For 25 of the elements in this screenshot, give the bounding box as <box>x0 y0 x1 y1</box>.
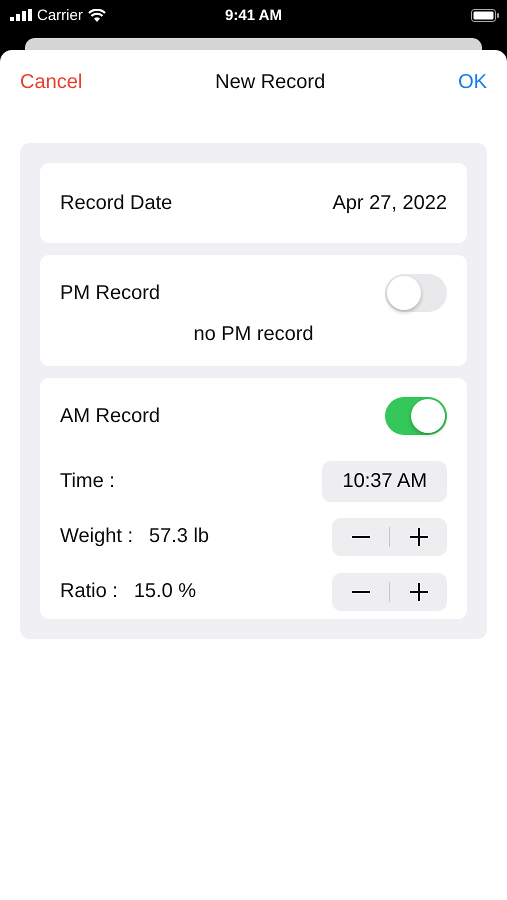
am-toggle[interactable] <box>385 397 447 435</box>
ok-button[interactable]: OK <box>458 70 487 94</box>
pm-toggle[interactable] <box>385 274 447 312</box>
minus-icon <box>352 536 370 538</box>
battery-icon <box>471 8 499 22</box>
sheet-title: New Record <box>215 70 326 94</box>
plus-icon <box>410 528 428 546</box>
field-value: 15.0 % <box>134 580 196 603</box>
carrier-label: Carrier <box>37 6 83 24</box>
status-time: 9:41 AM <box>224 6 283 24</box>
field-label: Ratio : <box>60 580 118 603</box>
plus-icon <box>410 582 428 600</box>
pm-record-label: PM Record <box>60 282 160 304</box>
pm-note: no PM record <box>192 323 315 347</box>
time-label: Time : <box>60 470 115 493</box>
field-label: Weight : <box>60 525 133 548</box>
record-date-value[interactable]: Apr 27, 2022 <box>332 192 447 214</box>
record-date-label: Record Date <box>60 192 172 214</box>
minus-icon <box>352 590 370 592</box>
time-button[interactable]: 10:37 AM <box>322 461 447 502</box>
cancel-button[interactable]: Cancel <box>20 70 82 94</box>
am-record-label: AM Record <box>60 404 160 428</box>
signal-icon <box>10 9 32 21</box>
wifi-icon <box>88 8 106 22</box>
field-value: 57.3 lb <box>149 525 210 548</box>
